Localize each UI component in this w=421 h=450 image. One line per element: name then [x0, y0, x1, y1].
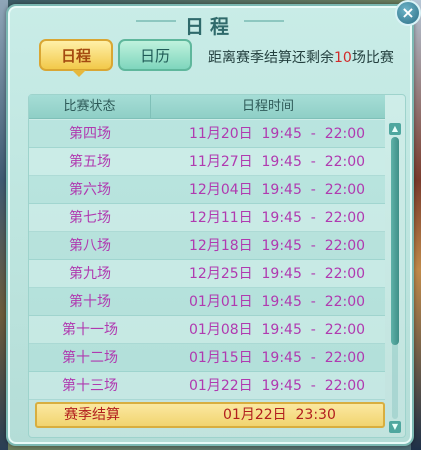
match-stage: 第五场: [69, 154, 111, 170]
match-stage: 第九场: [69, 266, 111, 282]
match-stage: 第六场: [69, 182, 111, 198]
title-bar: 日程: [8, 6, 412, 40]
tab-calendar-label: 日历: [139, 47, 170, 65]
title-ornament-right: [244, 20, 284, 22]
active-tab-pointer: [72, 70, 86, 77]
match-time: 01月01日 19:45 - 22:00: [189, 294, 366, 310]
table-row[interactable]: 第十三场 01月22日 19:45 - 22:00: [29, 372, 385, 400]
remaining-suffix: 场比赛: [351, 50, 394, 66]
column-header-status: 比赛状态: [29, 95, 151, 119]
remaining-count: 10: [334, 50, 352, 66]
close-icon[interactable]: ×: [395, 0, 421, 26]
chevron-down-icon[interactable]: ▼: [389, 421, 401, 433]
tab-calendar[interactable]: 日历: [118, 39, 192, 71]
season-settlement-row[interactable]: 赛季结算 01月22日 23:30: [35, 402, 385, 428]
dialog-title: 日程: [184, 16, 235, 38]
tab-schedule[interactable]: 日程: [39, 39, 113, 77]
scroll-thumb[interactable]: [391, 137, 399, 345]
match-time: 11月27日 19:45 - 22:00: [189, 154, 366, 170]
season-settlement-label: 赛季结算: [64, 407, 120, 423]
table-row[interactable]: 第十场 01月01日 19:45 - 22:00: [29, 288, 385, 316]
remaining-prefix: 距离赛季结算还剩余: [208, 50, 334, 66]
table-header: 比赛状态 日程时间: [29, 95, 385, 119]
table-row[interactable]: 第九场 12月25日 19:45 - 22:00: [29, 260, 385, 288]
match-time: 12月25日 19:45 - 22:00: [189, 266, 366, 282]
match-stage: 第十一场: [62, 322, 118, 338]
match-time: 12月11日 19:45 - 22:00: [189, 210, 366, 226]
chevron-up-icon[interactable]: ▲: [389, 123, 401, 135]
schedule-table: 比赛状态 日程时间 第四场 11月20日 19:45 - 22:00 第五场 1…: [28, 94, 406, 438]
tab-schedule-label: 日程: [60, 47, 91, 65]
match-time: 12月04日 19:45 - 22:00: [189, 182, 366, 198]
table-rows[interactable]: 第四场 11月20日 19:45 - 22:00 第五场 11月27日 19:4…: [29, 120, 385, 400]
match-stage: 第十二场: [62, 350, 118, 366]
table-row[interactable]: 第八场 12月18日 19:45 - 22:00: [29, 232, 385, 260]
table-row[interactable]: 第十二场 01月15日 19:45 - 22:00: [29, 344, 385, 372]
match-stage: 第十三场: [62, 378, 118, 394]
table-row[interactable]: 第七场 12月11日 19:45 - 22:00: [29, 204, 385, 232]
match-stage: 第四场: [69, 126, 111, 142]
match-stage: 第八场: [69, 238, 111, 254]
match-stage: 第七场: [69, 210, 111, 226]
match-stage: 第十场: [69, 294, 111, 310]
column-header-time: 日程时间: [241, 99, 294, 114]
match-time: 11月20日 19:45 - 22:00: [189, 126, 366, 142]
table-row[interactable]: 第六场 12月04日 19:45 - 22:00: [29, 176, 385, 204]
match-time: 12月18日 19:45 - 22:00: [189, 238, 366, 254]
match-time: 01月08日 19:45 - 22:00: [189, 322, 366, 338]
table-row[interactable]: 第四场 11月20日 19:45 - 22:00: [29, 120, 385, 148]
match-time: 01月22日 19:45 - 22:00: [189, 378, 366, 394]
table-row[interactable]: 第五场 11月27日 19:45 - 22:00: [29, 148, 385, 176]
title-ornament-left: [136, 20, 176, 22]
match-time: 01月15日 19:45 - 22:00: [189, 350, 366, 366]
scrollbar[interactable]: ▲ ▼: [389, 123, 401, 433]
season-settlement-time: 01月22日 23:30: [223, 407, 336, 423]
remaining-matches-text: 距离赛季结算还剩余10场比赛: [208, 47, 394, 67]
schedule-dialog: 日程 日程 日历 距离赛季结算还剩余10场比赛 比赛状态 日程时间 第四场 11…: [6, 4, 414, 446]
table-row[interactable]: 第十一场 01月08日 19:45 - 22:00: [29, 316, 385, 344]
